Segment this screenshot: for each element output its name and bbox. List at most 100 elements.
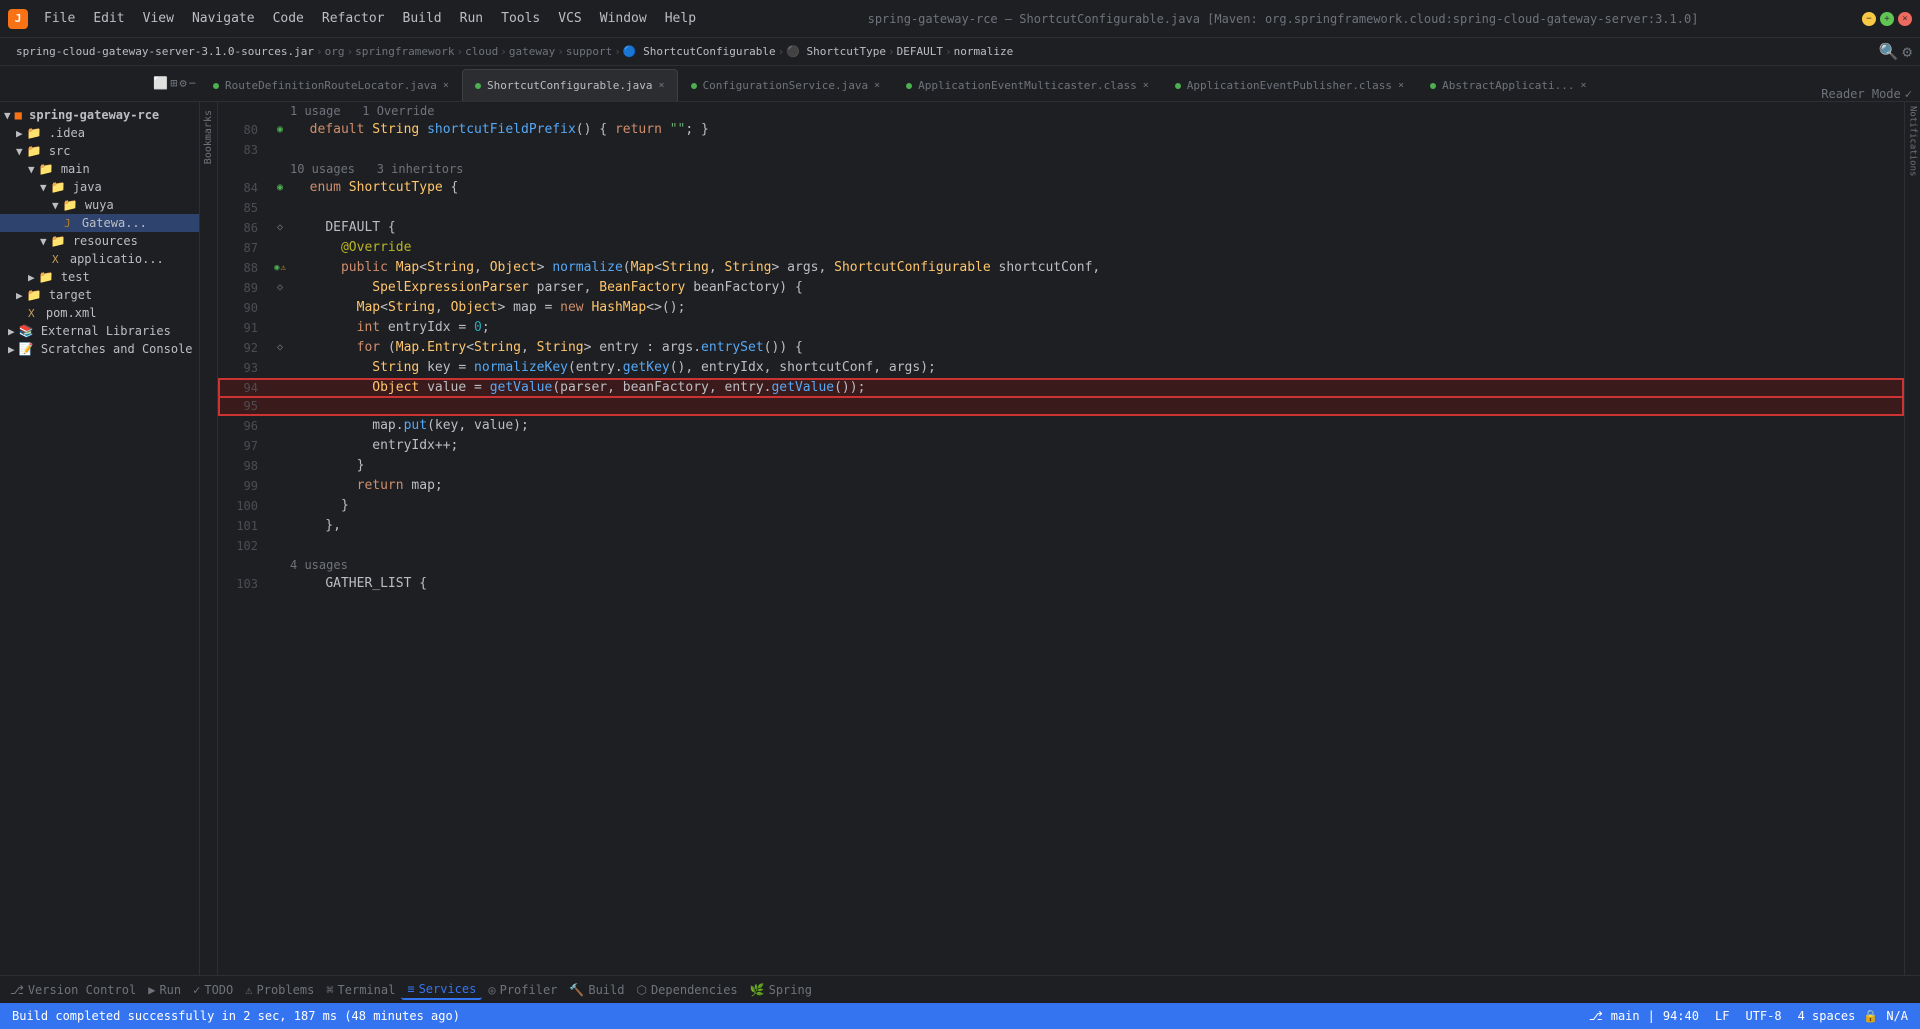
sidebar-toggle[interactable]: ⬜: [153, 76, 168, 90]
menu-navigate[interactable]: Navigate: [184, 7, 263, 30]
code-line-103[interactable]: 103 GATHER_LIST {: [218, 574, 1904, 594]
tab-close-icon[interactable]: ×: [659, 80, 665, 91]
sidebar-item-gatewayapp[interactable]: J Gatewa...: [0, 214, 199, 232]
menu-window[interactable]: Window: [592, 7, 655, 30]
menu-edit[interactable]: Edit: [85, 7, 132, 30]
settings-icon[interactable]: ⚙: [180, 76, 187, 90]
breadcrumb-shortcutconfigurable[interactable]: 🔵 ShortcutConfigurable: [623, 45, 776, 58]
code-line-95[interactable]: 95: [218, 396, 1904, 416]
code-line-90[interactable]: 90 Map<String, Object> map = new HashMap…: [218, 298, 1904, 318]
code-line-93[interactable]: 93 String key = normalizeKey(entry.getKe…: [218, 358, 1904, 378]
menu-vcs[interactable]: VCS: [550, 7, 589, 30]
bottom-tab-services[interactable]: ≡ Services: [401, 980, 482, 1000]
breadcrumb-support[interactable]: support: [566, 45, 612, 58]
breadcrumb-jar[interactable]: spring-cloud-gateway-server-3.1.0-source…: [16, 45, 314, 58]
sidebar-item-scratches[interactable]: ▶ 📝 Scratches and Console: [0, 340, 199, 358]
close-button[interactable]: ×: [1898, 12, 1912, 26]
line-number: 84: [218, 178, 270, 198]
tab-configurationservice[interactable]: ConfigurationService.java ×: [678, 69, 894, 101]
menu-refactor[interactable]: Refactor: [314, 7, 393, 30]
minimize-button[interactable]: −: [1862, 12, 1876, 26]
code-line-98[interactable]: 98 }: [218, 456, 1904, 476]
bottom-tab-todo[interactable]: ✓ TODO: [187, 981, 239, 999]
line-number: 102: [218, 536, 270, 556]
bottom-tab-run[interactable]: ▶ Run: [142, 981, 187, 999]
breadcrumb-org[interactable]: org: [325, 45, 345, 58]
code-line-101[interactable]: 101 },: [218, 516, 1904, 536]
tab-abstractapplicati[interactable]: AbstractApplicati... ×: [1417, 69, 1599, 101]
code-line-85[interactable]: 85: [218, 198, 1904, 218]
sidebar-item-test[interactable]: ▶ 📁 test: [0, 268, 199, 286]
notifications-label[interactable]: Notifications: [1908, 106, 1918, 176]
code-line-86[interactable]: 86 ◇ DEFAULT {: [218, 218, 1904, 238]
sidebar-item-project[interactable]: ▼ ■ spring-gateway-rce: [0, 106, 199, 124]
toolbar-gear-icon[interactable]: ⚙: [1902, 42, 1912, 61]
code-line-89[interactable]: 89 ◇ SpelExpressionParser parser, BeanFa…: [218, 278, 1904, 298]
sidebar-item-java[interactable]: ▼ 📁 java: [0, 178, 199, 196]
menu-file[interactable]: File: [36, 7, 83, 30]
menu-run[interactable]: Run: [452, 7, 491, 30]
code-line-83[interactable]: 83: [218, 140, 1904, 160]
sidebar-item-idea[interactable]: ▶ 📁 .idea: [0, 124, 199, 142]
bottom-tab-terminal[interactable]: ⌘ Terminal: [320, 981, 401, 999]
menu-code[interactable]: Code: [265, 7, 312, 30]
tab-close-icon[interactable]: ×: [1143, 80, 1149, 91]
code-editor[interactable]: 1 usage 1 Override 80 ◉ default String s…: [218, 102, 1904, 975]
breadcrumb-normalize[interactable]: normalize: [954, 45, 1014, 58]
code-line-91[interactable]: 91 int entryIdx = 0;: [218, 318, 1904, 338]
code-line-88[interactable]: 88 ◉ ⚠ public Map<String, Object> normal…: [218, 258, 1904, 278]
layout-icon[interactable]: ⊞: [170, 76, 177, 90]
code-line-99[interactable]: 99 return map;: [218, 476, 1904, 496]
bottom-tab-label: TODO: [204, 983, 233, 997]
git-branch[interactable]: main: [1611, 1009, 1640, 1023]
sidebar-item-src[interactable]: ▼ 📁 src: [0, 142, 199, 160]
breadcrumb-springframework[interactable]: springframework: [355, 45, 454, 58]
sidebar-item-pomxml[interactable]: X pom.xml: [0, 304, 199, 322]
code-line-96[interactable]: 96 map.put(key, value);: [218, 416, 1904, 436]
sidebar-item-target[interactable]: ▶ 📁 target: [0, 286, 199, 304]
collapse-icon[interactable]: −: [189, 76, 196, 90]
sidebar-item-wuya[interactable]: ▼ 📁 wuya: [0, 196, 199, 214]
menu-build[interactable]: Build: [395, 7, 450, 30]
bookmarks-label[interactable]: Bookmarks: [203, 110, 214, 164]
gutter-icon: [270, 378, 290, 398]
tab-close-icon[interactable]: ×: [443, 80, 449, 91]
sidebar-item-resources[interactable]: ▼ 📁 resources: [0, 232, 199, 250]
maximize-button[interactable]: +: [1880, 12, 1894, 26]
reader-mode-button[interactable]: Reader Mode: [1821, 87, 1900, 101]
bottom-tab-spring[interactable]: 🌿 Spring: [744, 981, 818, 999]
tab-shortcutconfigurable[interactable]: ShortcutConfigurable.java ×: [462, 69, 678, 101]
menu-help[interactable]: Help: [657, 7, 704, 30]
code-line-92[interactable]: 92 ◇ for (Map.Entry<String, String> entr…: [218, 338, 1904, 358]
tab-close-icon[interactable]: ×: [874, 80, 880, 91]
gutter-icon: [270, 198, 290, 218]
bottom-tab-problems[interactable]: ⚠ Problems: [239, 981, 320, 999]
tab-close-icon[interactable]: ×: [1398, 80, 1404, 91]
gutter-icon: ◇: [270, 218, 290, 238]
bottom-tab-build[interactable]: 🔨 Build: [563, 981, 630, 999]
toolbar-search-icon[interactable]: 🔍: [1878, 42, 1898, 61]
bottom-tab-profiler[interactable]: ◎ Profiler: [482, 981, 563, 999]
code-line-94[interactable]: 94 Object value = getValue(parser, beanF…: [218, 378, 1904, 398]
code-line-84[interactable]: 84 ◉ enum ShortcutType {: [218, 178, 1904, 198]
tab-routedefinitionroutelocator[interactable]: RouteDefinitionRouteLocator.java ×: [200, 69, 462, 101]
code-line-80[interactable]: 80 ◉ default String shortcutFieldPrefix(…: [218, 120, 1904, 140]
breadcrumb-default[interactable]: DEFAULT: [897, 45, 943, 58]
sidebar-item-external-libraries[interactable]: ▶ 📚 External Libraries: [0, 322, 199, 340]
breadcrumb-cloud[interactable]: cloud: [465, 45, 498, 58]
code-line-97[interactable]: 97 entryIdx++;: [218, 436, 1904, 456]
bottom-tab-version-control[interactable]: ⎇ Version Control: [4, 981, 142, 999]
tab-applicationeventpublisher[interactable]: ApplicationEventPublisher.class ×: [1162, 69, 1417, 101]
sidebar-item-application[interactable]: X applicatio...: [0, 250, 199, 268]
menu-tools[interactable]: Tools: [493, 7, 548, 30]
code-line-100[interactable]: 100 }: [218, 496, 1904, 516]
sidebar-item-main[interactable]: ▼ 📁 main: [0, 160, 199, 178]
bottom-tab-dependencies[interactable]: ⬡ Dependencies: [630, 981, 743, 999]
breadcrumb-shortcuttype[interactable]: ⚫ ShortcutType: [786, 45, 886, 58]
breadcrumb-gateway[interactable]: gateway: [509, 45, 555, 58]
tab-close-icon[interactable]: ×: [1581, 80, 1587, 91]
tab-applicationeventmulticaster[interactable]: ApplicationEventMulticaster.class ×: [893, 69, 1162, 101]
code-line-102[interactable]: 102: [218, 536, 1904, 556]
menu-view[interactable]: View: [135, 7, 182, 30]
code-line-87[interactable]: 87 @Override: [218, 238, 1904, 258]
